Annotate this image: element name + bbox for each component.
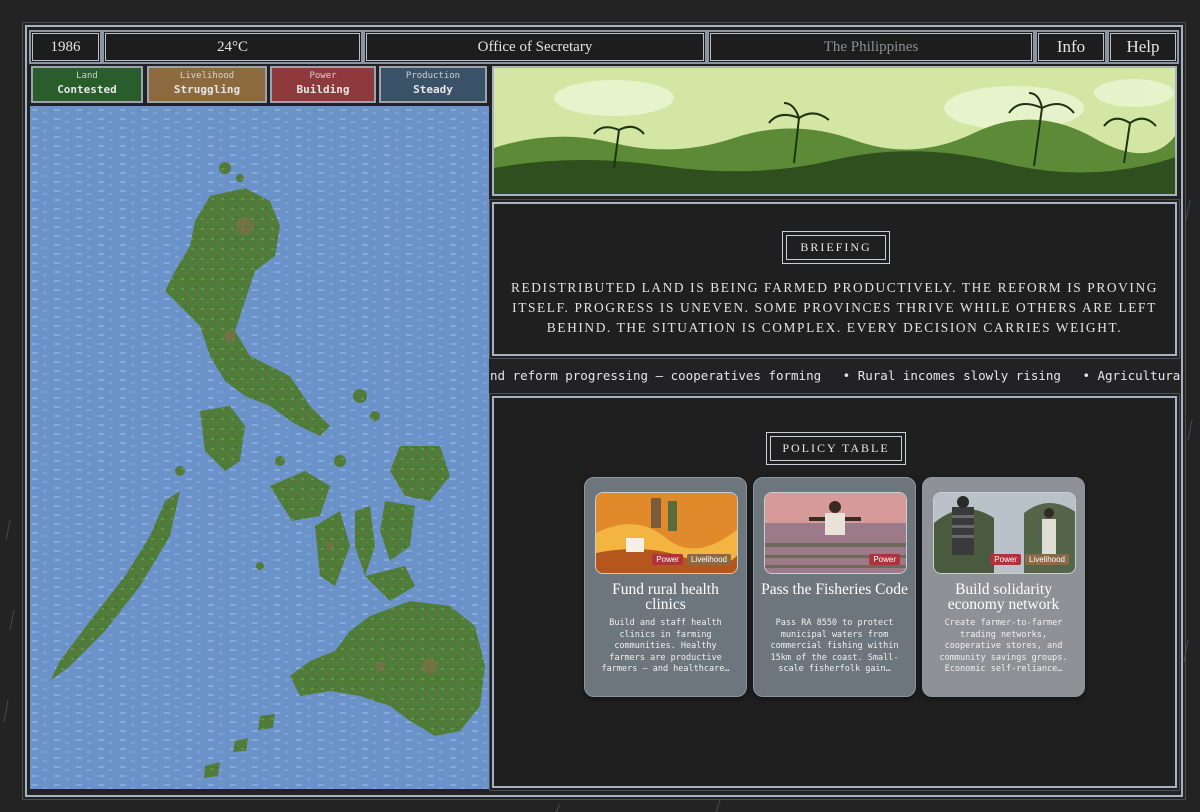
year-display: 1986 — [31, 32, 100, 62]
tag-livelihood: Livelihood — [1024, 554, 1069, 565]
tag-power: Power — [652, 554, 683, 565]
policy-card-fisheries-code[interactable]: Power Pass the Fisheries Code Pass RA 85… — [753, 477, 916, 697]
briefing-title: BRIEFING — [786, 235, 886, 260]
tag-power: Power — [990, 554, 1021, 565]
card-title: Build solidarity economy network — [947, 581, 1060, 613]
stat-power-label: Power — [309, 71, 337, 81]
info-button[interactable]: Info — [1037, 32, 1105, 62]
card-description: Create farmer-to-farmer trading networks… — [939, 618, 1068, 674]
temperature-text: 24°C — [216, 38, 248, 55]
card-description: Pass RA 8550 to protect municipal waters… — [770, 618, 899, 674]
policy-table-title: POLICY TABLE — [770, 436, 902, 461]
ticker-item: nd reform progressing — cooperatives for… — [490, 368, 822, 383]
card-image: Power Livelihood — [933, 492, 1076, 574]
stat-livelihood-value: Struggling — [173, 83, 241, 96]
landscape-banner — [492, 66, 1177, 196]
stat-power: Power Building — [270, 66, 376, 103]
help-label: Help — [1126, 37, 1160, 56]
card-description: Build and staff health clinics in farmin… — [601, 618, 730, 674]
stat-land-label: Land — [76, 71, 98, 81]
info-label: Info — [1056, 37, 1086, 56]
card-image: Power Livelihood — [595, 492, 738, 574]
card-title: Pass the Fisheries Code — [761, 581, 908, 598]
card-image: Power — [764, 492, 907, 574]
philippines-map[interactable] — [30, 106, 489, 789]
policy-card-solidarity-economy[interactable]: Power Livelihood Build solidarity econom… — [922, 477, 1085, 697]
stat-production: Production Steady — [379, 66, 487, 103]
tag-livelihood: Livelihood — [686, 554, 731, 565]
stat-land: Land Contested — [31, 66, 143, 103]
briefing-text: Redistributed land is being farmed produ… — [510, 280, 1159, 335]
ticker-item: • Rural incomes slowly rising — [842, 368, 1061, 383]
stat-production-label: Production — [405, 71, 461, 81]
country-text: The Philippines — [823, 38, 919, 55]
stat-production-value: Steady — [413, 83, 453, 96]
stat-livelihood-label: Livelihood — [179, 71, 235, 81]
stat-livelihood: Livelihood Struggling — [147, 66, 267, 103]
ticker-item: • Agricultura — [1082, 368, 1180, 383]
temperature-display: 24°C — [104, 32, 361, 62]
office-display: Office of Secretary — [365, 32, 705, 62]
card-title: Fund rural health clinics — [612, 581, 719, 613]
policy-card-health-clinics[interactable]: Power Livelihood Fund rural health clini… — [584, 477, 747, 697]
help-button[interactable]: Help — [1109, 32, 1177, 62]
map-graphic — [30, 106, 489, 789]
briefing-panel: BRIEFING Redistributed land is being far… — [489, 199, 1180, 359]
palm-landscape-image — [494, 68, 1175, 194]
country-display: The Philippines — [709, 32, 1033, 62]
year-text: 1986 — [50, 38, 81, 55]
news-ticker: nd reform progressing — cooperatives for… — [490, 361, 1180, 391]
stat-land-value: Contested — [57, 83, 117, 96]
office-text: Office of Secretary — [477, 38, 593, 55]
stat-power-value: Building — [296, 83, 350, 96]
tag-power: Power — [869, 554, 900, 565]
